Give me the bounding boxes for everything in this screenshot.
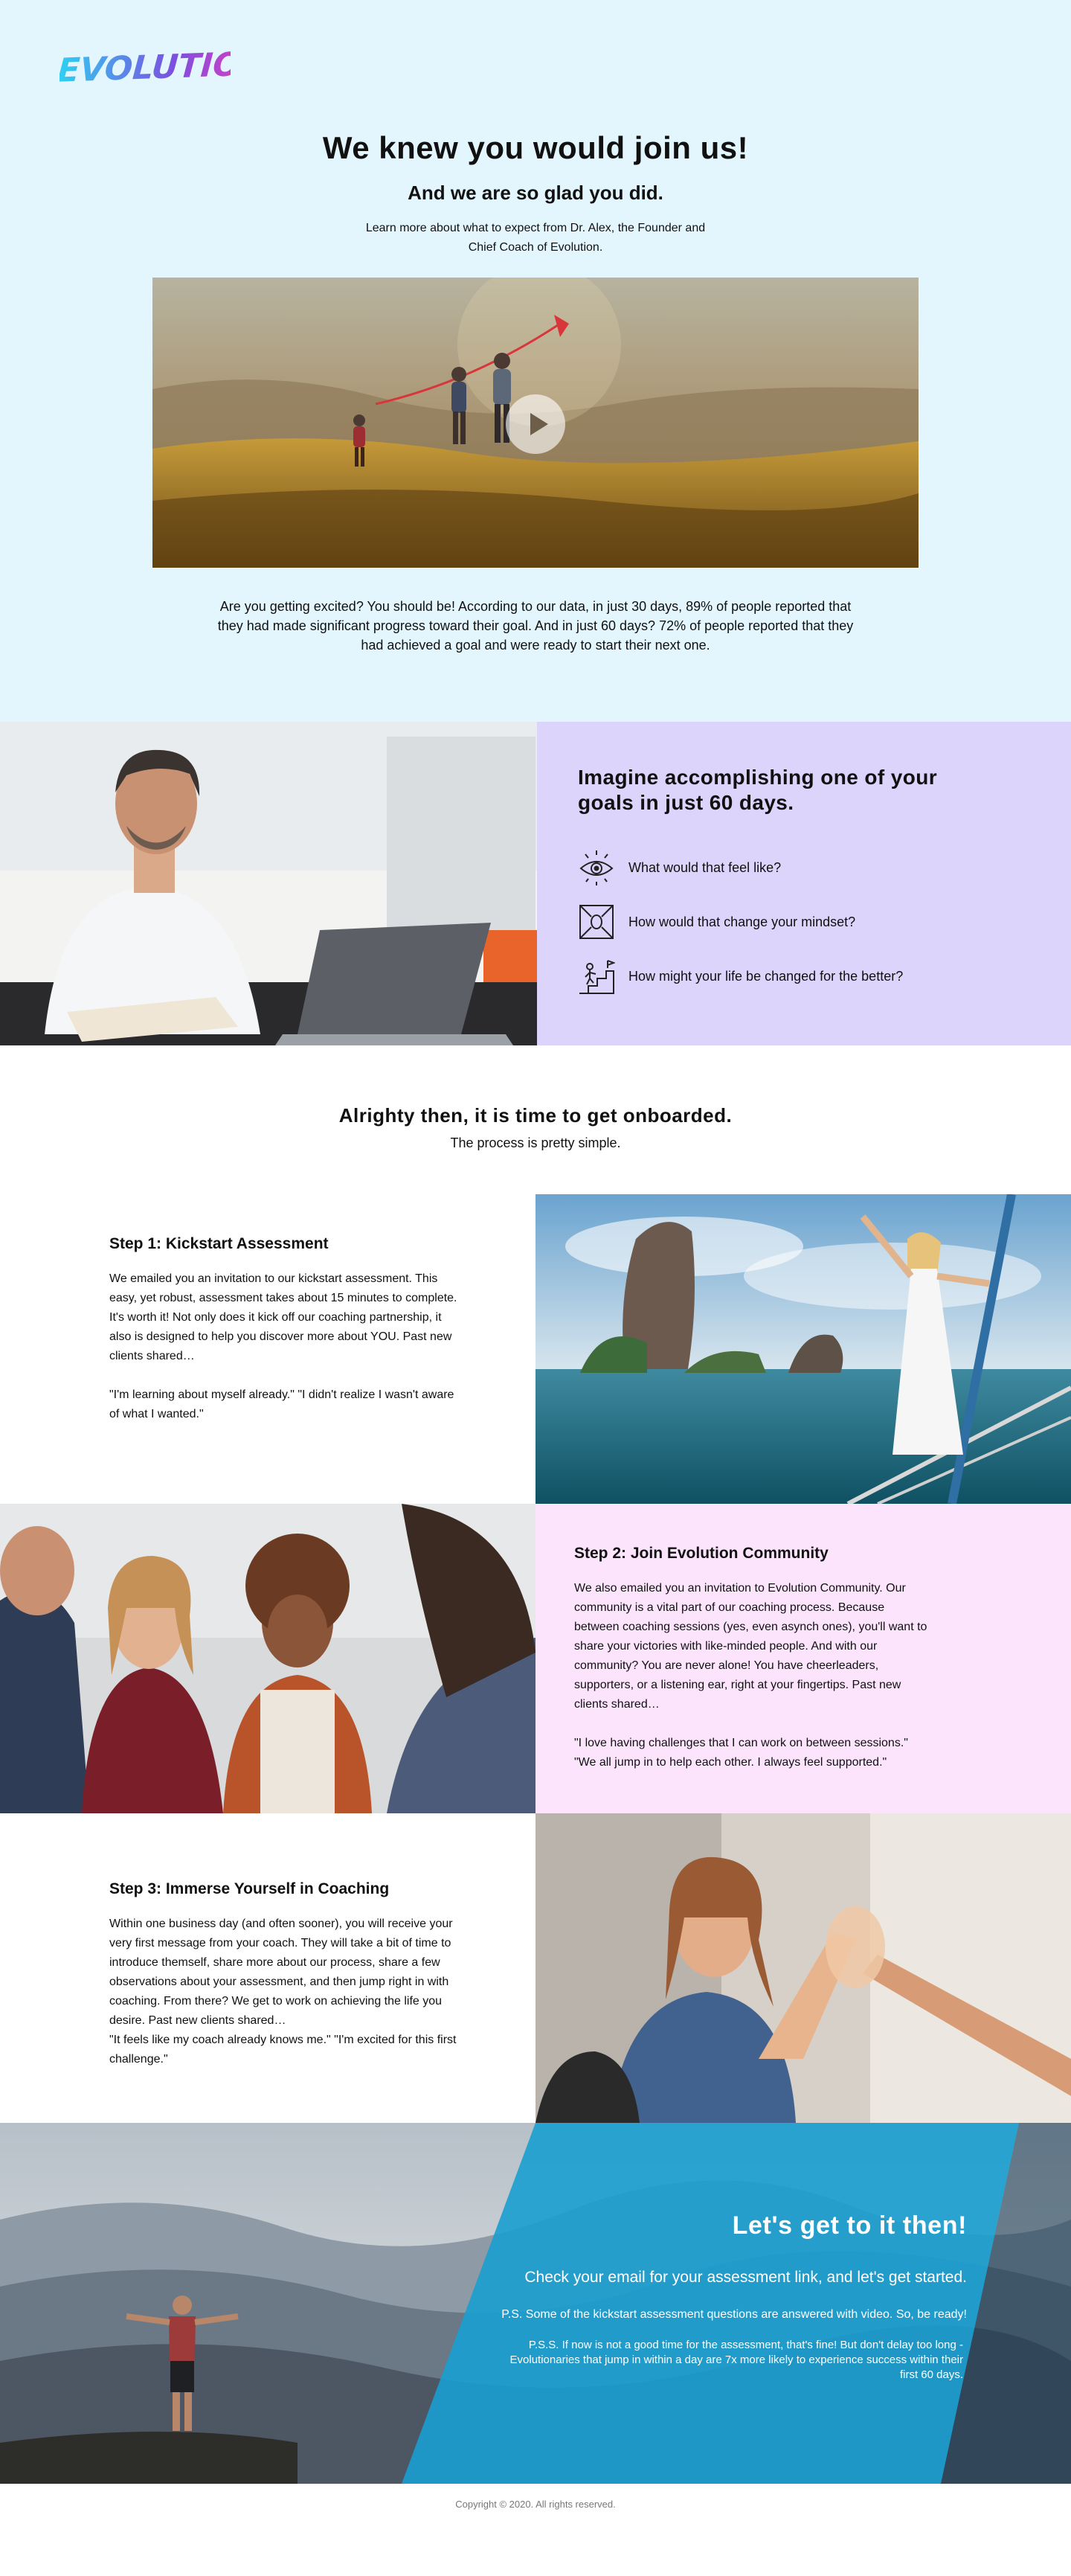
eye-icon <box>579 850 614 885</box>
onboard-subtitle: The process is pretty simple. <box>450 1135 621 1150</box>
hero-subtitle: And we are so glad you did. <box>408 182 663 204</box>
final-ps: P.S. Some of the kickstart assessment qu… <box>501 2308 967 2321</box>
final-title: Let's get to it then! <box>732 2211 967 2240</box>
step-2-text: Step 2: Join Evolution Community We also… <box>574 1545 931 1772</box>
step-title: Step 3: Immerse Yourself in Coaching <box>109 1880 390 1897</box>
final-pss: P.S.S. If now is not a good time for the… <box>509 2339 963 2381</box>
imagine-section: Imagine accomplishing one of your goals … <box>0 722 1071 1045</box>
step-1-text: Step 1: Kickstart Assessment We emailed … <box>109 1235 459 1424</box>
svg-text:EVOLUTION: EVOLUTION <box>60 45 231 90</box>
friends-group-photo <box>0 1504 536 1813</box>
step-3-section: Step 3: Immerse Yourself in Coaching Wit… <box>0 1813 1071 2123</box>
onboard-title: Alrighty then, it is time to get onboard… <box>338 1104 733 1127</box>
final-check-email: Check your email for your assessment lin… <box>524 2269 967 2286</box>
question-row: What would that feel like? <box>578 848 1024 887</box>
step-body: We also emailed you an invitation to Evo… <box>574 1582 927 1711</box>
onboard-section: Alrighty then, it is time to get onboard… <box>0 1045 1071 1194</box>
step-2-section: Step 2: Join Evolution Community We also… <box>0 1504 1071 1813</box>
stairs-climb-icon <box>579 960 615 994</box>
step-title: Step 1: Kickstart Assessment <box>109 1235 329 1252</box>
footer: Copyright © 2020. All rights reserved. <box>0 2484 1071 2523</box>
mountain-man-photo <box>0 2123 1071 2484</box>
man-laptop-photo <box>0 722 537 1045</box>
sailboat-woman-photo <box>536 1194 1071 1504</box>
hero-lead-text: Learn more about what to expect from Dr.… <box>365 222 706 254</box>
step-3-text: Step 3: Immerse Yourself in Coaching Wit… <box>109 1880 459 2069</box>
question-row: How might your life be changed for the b… <box>578 957 1024 996</box>
step-title: Step 2: Join Evolution Community <box>574 1545 829 1562</box>
question-text: How would that change your mindset? <box>628 914 856 929</box>
imagine-title: Imagine accomplishing one of your goals … <box>578 766 938 814</box>
copyright-text: Copyright © 2020. All rights reserved. <box>455 2499 616 2510</box>
hero-body-text: Are you getting excited? You should be! … <box>217 599 854 653</box>
step-1-section: Step 1: Kickstart Assessment We emailed … <box>0 1194 1071 1504</box>
step-body: Within one business day (and often soone… <box>109 1917 453 2027</box>
intro-video[interactable] <box>152 278 919 568</box>
question-row: How would that change your mindset? <box>578 903 1024 941</box>
final-cta-section: Let's get to it then! Check your email f… <box>0 2123 1071 2484</box>
hero-section: EVOLUTION We knew you would join us! And… <box>0 0 1071 722</box>
page-title: We knew you would join us! <box>322 130 749 165</box>
evolution-logo[interactable]: EVOLUTION <box>60 36 231 95</box>
step-body: We emailed you an invitation to our kick… <box>109 1272 457 1362</box>
question-text: How might your life be changed for the b… <box>628 968 904 984</box>
mindset-arrows-icon <box>579 905 614 939</box>
question-text: What would that feel like? <box>628 859 782 875</box>
high-five-photo <box>536 1813 1071 2123</box>
play-button[interactable] <box>506 394 565 454</box>
step-quote: "I love having challenges that I can wor… <box>574 1737 908 1769</box>
imagine-panel: Imagine accomplishing one of your goals … <box>537 722 1071 1045</box>
step-quote: "It feels like my coach already knows me… <box>109 2034 457 2066</box>
step-quote: "I'm learning about myself already." "I … <box>109 1388 454 1420</box>
